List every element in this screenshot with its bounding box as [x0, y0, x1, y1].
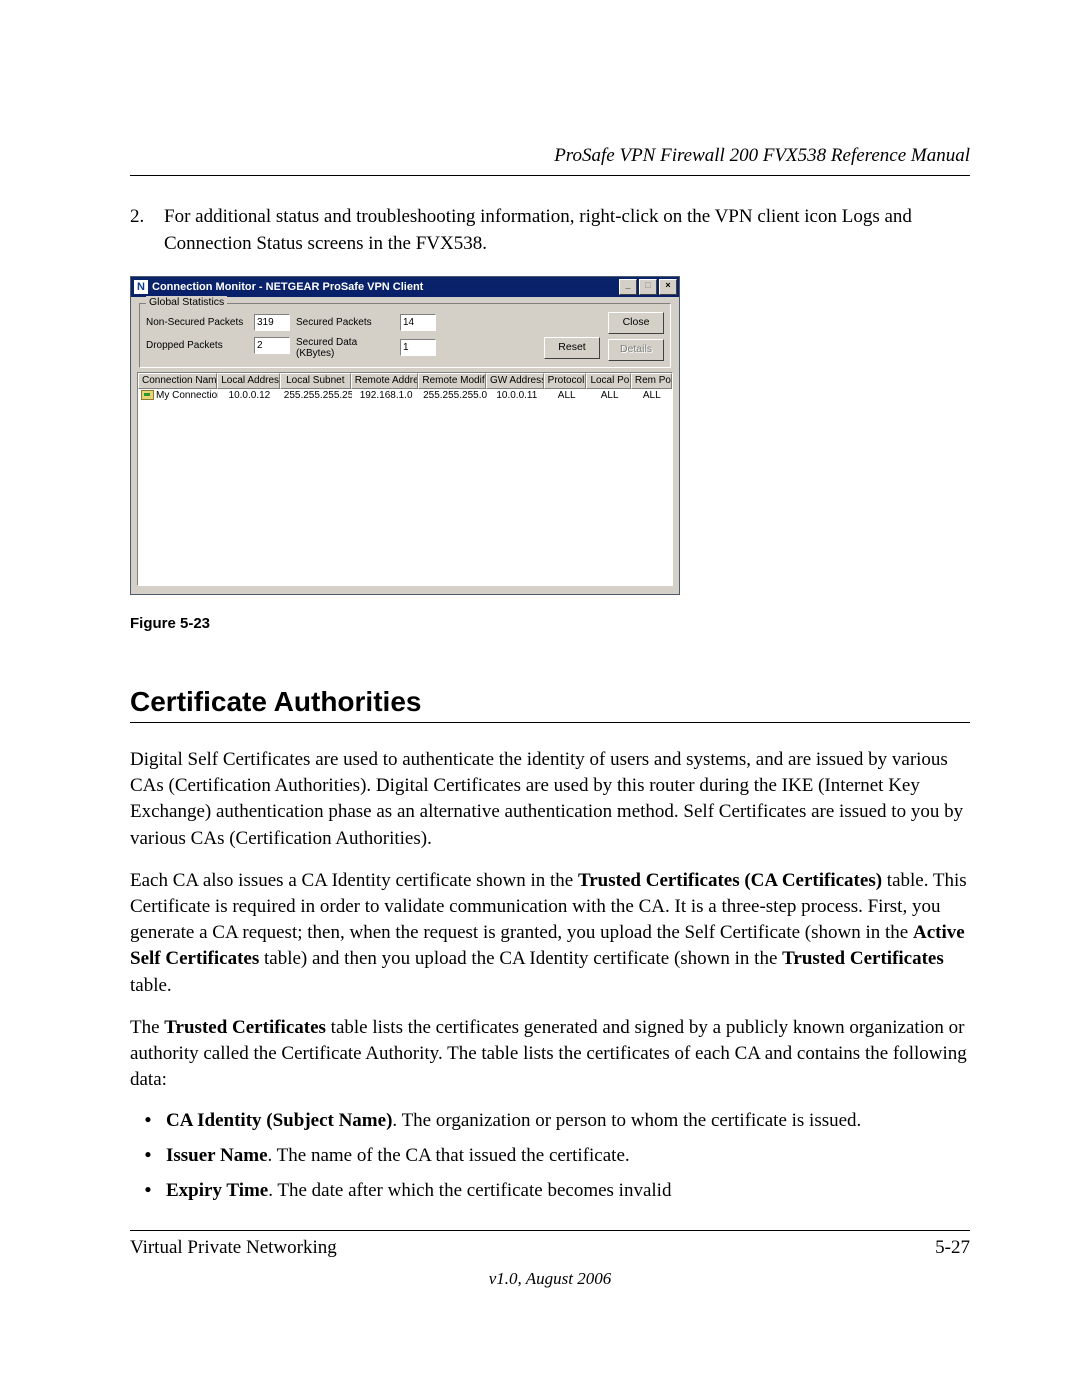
cell-remote-address: 192.168.1.0 [352, 389, 420, 403]
maximize-button[interactable]: □ [639, 279, 657, 295]
paragraph-1: Digital Self Certificates are used to au… [130, 747, 970, 852]
step-number: 2. [130, 204, 164, 258]
bullet-list: •CA Identity (Subject Name). The organiz… [130, 1106, 970, 1206]
page-footer: Virtual Private Networking 5-27 [130, 1230, 970, 1259]
secured-pkts-value: 14 [400, 314, 436, 331]
dropped-value: 2 [254, 337, 290, 354]
footer-page-number: 5-27 [935, 1237, 970, 1259]
dropped-label: Dropped Packets [146, 340, 250, 351]
running-header: ProSafe VPN Firewall 200 FVX538 Referenc… [130, 145, 970, 176]
secured-data-value: 1 [400, 339, 436, 356]
list-item: •Expiry Time. The date after which the c… [130, 1176, 970, 1205]
minimize-button[interactable]: _ [619, 279, 637, 295]
col-rem-port[interactable]: Rem Port [631, 373, 672, 389]
connection-monitor-window: N Connection Monitor - NETGEAR ProSafe V… [130, 276, 680, 595]
figure-caption: Figure 5-23 [130, 615, 970, 632]
cell-protocol: ALL [546, 389, 588, 403]
close-button[interactable]: Close [608, 312, 664, 334]
col-local-port[interactable]: Local Port [586, 373, 630, 389]
col-local-address[interactable]: Local Address [217, 373, 280, 389]
list-item: •Issuer Name. The name of the CA that is… [130, 1141, 970, 1170]
secured-pkts-label: Secured Packets [296, 317, 396, 328]
col-local-subnet[interactable]: Local Subnet [280, 373, 351, 389]
connection-icon [141, 390, 154, 400]
cell-connection-name: My Connection... [138, 389, 218, 403]
details-button[interactable]: Details [608, 339, 664, 361]
close-window-button[interactable]: × [659, 279, 677, 295]
col-remote-address[interactable]: Remote Address [351, 373, 419, 389]
app-icon: N [134, 280, 148, 294]
step-item: 2. For additional status and troubleshoo… [130, 204, 970, 258]
cell-local-address: 10.0.0.12 [218, 389, 281, 403]
group-legend: Global Statistics [146, 296, 227, 308]
reset-button[interactable]: Reset [544, 337, 600, 359]
non-secured-value: 319 [254, 314, 290, 331]
paragraph-3: The Trusted Certificates table lists the… [130, 1015, 970, 1094]
cell-rem-port: ALL [632, 389, 672, 403]
footer-section: Virtual Private Networking [130, 1237, 337, 1259]
window-title: Connection Monitor - NETGEAR ProSafe VPN… [152, 281, 423, 293]
col-connection-name[interactable]: Connection Name [138, 373, 217, 389]
listview-header: Connection Name Local Address Local Subn… [138, 373, 672, 389]
secured-data-label: Secured Data (KBytes) [296, 337, 396, 359]
connections-listview[interactable]: Connection Name Local Address Local Subn… [137, 372, 673, 586]
cell-local-subnet: 255.255.255.255 [281, 389, 352, 403]
col-gw-address[interactable]: GW Address [486, 373, 544, 389]
footer-version: v1.0, August 2006 [130, 1269, 970, 1289]
cell-local-port: ALL [588, 389, 632, 403]
global-statistics-group: Global Statistics Non-Secured Packets 31… [139, 303, 671, 368]
table-row[interactable]: My Connection... 10.0.0.12 255.255.255.2… [138, 389, 672, 403]
paragraph-2: Each CA also issues a CA Identity certif… [130, 868, 970, 999]
cell-gw-address: 10.0.0.11 [488, 389, 546, 403]
col-remote-modifier[interactable]: Remote Modifier [418, 373, 486, 389]
list-item: •CA Identity (Subject Name). The organiz… [130, 1106, 970, 1135]
non-secured-label: Non-Secured Packets [146, 317, 250, 328]
cell-remote-modifier: 255.255.255.0 [420, 389, 488, 403]
section-heading: Certificate Authorities [130, 686, 970, 723]
window-titlebar: N Connection Monitor - NETGEAR ProSafe V… [131, 277, 679, 297]
step-text: For additional status and troubleshootin… [164, 204, 970, 258]
col-protocol[interactable]: Protocol [544, 373, 587, 389]
